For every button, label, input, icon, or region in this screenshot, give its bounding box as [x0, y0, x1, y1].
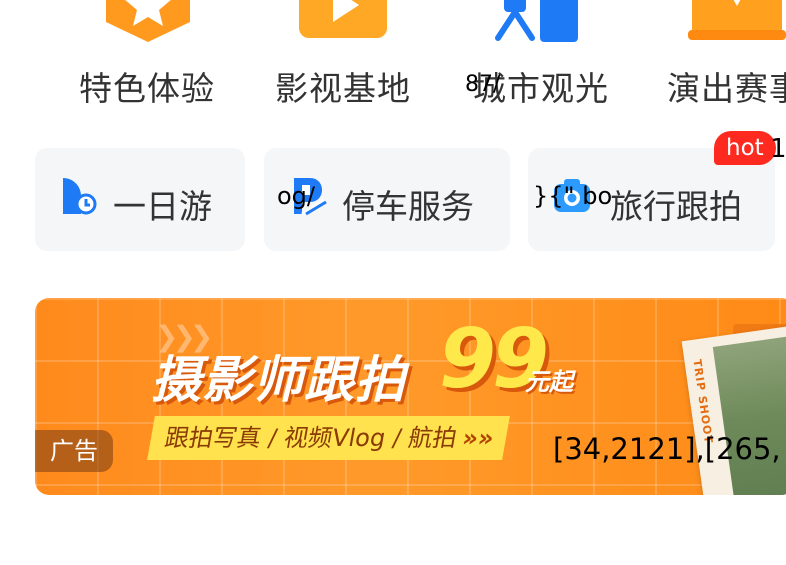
overlay-text-banner: [34,2121],[265, — [553, 432, 781, 466]
camera-tripod-icon[interactable] — [492, 0, 582, 42]
overlay-text-category: 87/ — [465, 72, 501, 97]
banner-subtitle: 跟拍写真 / 视频Vlog / 航拍»» — [147, 416, 510, 460]
banner-title: 摄影师跟拍 — [151, 351, 406, 409]
overlay-text-parking: og/ — [277, 182, 316, 210]
stage-icon[interactable] — [688, 0, 786, 42]
service-label-day-trip: 一日游 — [113, 187, 212, 226]
double-chevron-right-icon: »» — [460, 424, 497, 452]
banner-subtitle-text: 跟拍写真 / 视频Vlog / 航拍 — [162, 424, 460, 452]
star-badge-icon[interactable] — [100, 0, 196, 42]
ad-badge: 广告 — [35, 430, 113, 472]
banner-price-suffix: 元起 — [525, 368, 573, 396]
flag-route-icon — [59, 176, 99, 216]
photo-image — [712, 333, 786, 495]
overlay-text-badge: 10 — [770, 134, 786, 164]
page-root: 特色体验 影视基地 城市观光 演出赛事 87/ 一日游 停车服务 og/ — [0, 0, 786, 565]
category-label-shows-events[interactable]: 演出赛事 — [667, 62, 786, 110]
service-card-day-trip[interactable]: 一日游 — [35, 148, 245, 251]
service-label-travel-photo: 旅行跟拍 — [610, 187, 742, 226]
play-icon[interactable] — [299, 0, 387, 42]
category-label-film-base[interactable]: 影视基地 — [275, 62, 411, 110]
category-label-special-experience[interactable]: 特色体验 — [79, 62, 215, 110]
overlay-text-camera: }{" bo — [533, 182, 613, 210]
hot-badge: hot — [714, 131, 776, 165]
service-label-parking: 停车服务 — [342, 187, 474, 226]
